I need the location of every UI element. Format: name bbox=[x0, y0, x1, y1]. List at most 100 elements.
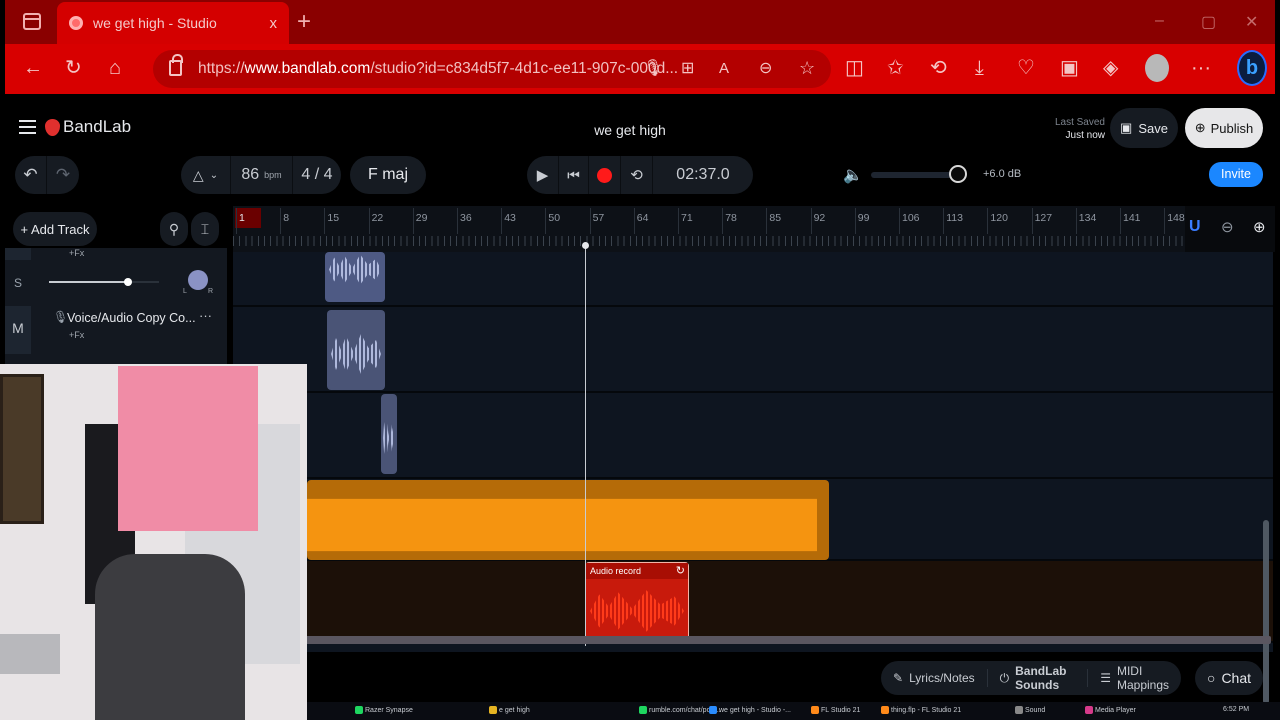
bar-number: 29 bbox=[415, 212, 428, 224]
tab-actions-icon[interactable] bbox=[23, 13, 41, 30]
loop-clip-icon[interactable]: ↻ bbox=[676, 564, 685, 577]
snap-magnet-icon[interactable]: U bbox=[1189, 218, 1201, 236]
chat-button[interactable]: ○ Chat bbox=[1195, 661, 1263, 695]
audio-clip[interactable] bbox=[381, 394, 397, 474]
chevron-down-icon[interactable]: ⌄ bbox=[210, 170, 218, 181]
bar-gridline bbox=[899, 208, 900, 234]
audio-record-clip[interactable]: Audio record ↻ bbox=[585, 562, 689, 642]
track-fx-button[interactable]: +Fx bbox=[69, 248, 84, 258]
favorites-icon[interactable]: ✩ bbox=[887, 56, 904, 80]
track-volume-slider[interactable] bbox=[49, 278, 159, 286]
address-bar[interactable]: https://www.bandlab.com/studio?id=c834d5… bbox=[153, 50, 831, 88]
bandlab-sounds-button[interactable]: ⏻ BandLab Sounds bbox=[988, 664, 1089, 692]
audio-clip[interactable] bbox=[325, 252, 385, 302]
tab-close-button[interactable]: x bbox=[270, 15, 278, 32]
time-signature-field[interactable]: 4 / 4 bbox=[293, 156, 341, 194]
history-icon[interactable]: ⟲ bbox=[930, 56, 947, 80]
home-icon[interactable]: ⌂ bbox=[109, 56, 121, 80]
taskbar-item[interactable]: we get high - Studio -... bbox=[709, 706, 791, 714]
key-selector[interactable]: F maj bbox=[350, 156, 426, 194]
new-tab-button[interactable]: + bbox=[297, 8, 311, 36]
midi-mappings-button[interactable]: ☰ MIDI Mappings bbox=[1088, 664, 1181, 692]
tab-title: we get high - Studio bbox=[93, 15, 217, 31]
record-button[interactable] bbox=[589, 156, 621, 194]
skip-to-start-button[interactable]: ⏮ bbox=[559, 156, 589, 194]
zoom-out-icon[interactable]: ⊖ bbox=[1221, 218, 1234, 236]
browser-essentials-icon[interactable]: ♡ bbox=[1017, 56, 1035, 80]
maximize-button[interactable]: ▢ bbox=[1201, 12, 1216, 32]
taskbar-item[interactable]: e get high bbox=[489, 706, 530, 714]
add-track-button[interactable]: + Add Track bbox=[13, 212, 97, 246]
save-button[interactable]: ▣ Save bbox=[1110, 108, 1178, 148]
record-icon bbox=[597, 167, 612, 183]
timeline-tools: U ⊖ ⊕ bbox=[1185, 206, 1275, 252]
speaker-icon[interactable]: 🔈 bbox=[843, 165, 863, 185]
ruler-ticks bbox=[233, 236, 1185, 246]
tempo-field[interactable]: 86 bpm bbox=[231, 156, 293, 194]
master-volume-knob[interactable] bbox=[949, 165, 967, 183]
metronome-button[interactable]: △ ⌄ bbox=[181, 156, 231, 194]
audio-clip[interactable] bbox=[327, 310, 385, 390]
bar-gridline bbox=[368, 208, 370, 234]
more-icon[interactable]: ··· bbox=[1191, 56, 1211, 80]
track-lane[interactable] bbox=[233, 307, 1273, 393]
lock-icon[interactable] bbox=[169, 54, 183, 76]
math-solver-icon[interactable]: ▣ bbox=[1060, 56, 1079, 80]
pan-knob[interactable] bbox=[188, 270, 208, 290]
zoom-out-icon[interactable]: ⊖ bbox=[759, 57, 772, 81]
bar-gridline bbox=[766, 208, 768, 234]
master-volume-slider[interactable] bbox=[871, 172, 955, 178]
minimize-button[interactable]: – bbox=[1155, 12, 1164, 30]
taskbar-item[interactable]: Media Player bbox=[1085, 706, 1136, 714]
track-name[interactable]: Voice/Audio Copy Co... bbox=[67, 311, 196, 325]
back-icon[interactable]: ← bbox=[23, 56, 43, 80]
invite-button[interactable]: Invite bbox=[1209, 162, 1263, 187]
taskbar-item[interactable]: thing.flp - FL Studio 21 bbox=[881, 706, 961, 714]
track-more-button[interactable]: ··· bbox=[199, 308, 212, 323]
play-button[interactable]: ▶ bbox=[527, 156, 559, 194]
undo-button[interactable]: ↶ bbox=[15, 156, 47, 194]
read-aloud-icon[interactable]: A bbox=[719, 57, 729, 81]
url-text[interactable]: https://www.bandlab.com/studio?id=c834d5… bbox=[198, 60, 678, 78]
track-lane[interactable] bbox=[233, 561, 1273, 643]
taskbar-item[interactable]: FL Studio 21 bbox=[811, 706, 860, 714]
bar-number: 71 bbox=[681, 212, 693, 224]
timeline-ruler[interactable]: 1 8 15 22 29 36 43 50 57 64 71 78 85 92 99 106 113 120 127… bbox=[233, 206, 1185, 252]
track-lane[interactable] bbox=[233, 252, 1273, 307]
fit-tracks-button[interactable]: ⌶ bbox=[191, 212, 219, 246]
midi-icon: ☰ bbox=[1100, 671, 1111, 685]
microphone-icon[interactable]: 🎙 bbox=[643, 57, 663, 81]
tuner-button[interactable]: ⚲ bbox=[160, 212, 188, 246]
split-screen-icon[interactable]: ◫ bbox=[845, 56, 864, 80]
track-fx-button[interactable]: +Fx bbox=[69, 330, 84, 340]
audio-clip-orange[interactable] bbox=[307, 480, 829, 560]
apps-icon[interactable]: ⊞ bbox=[681, 57, 694, 81]
zoom-in-icon[interactable]: ⊕ bbox=[1253, 218, 1266, 236]
bar-number: 141 bbox=[1123, 212, 1141, 224]
favorite-star-icon[interactable]: ☆ bbox=[799, 56, 815, 80]
track-volume-knob[interactable] bbox=[124, 278, 132, 286]
profile-avatar[interactable] bbox=[1145, 54, 1169, 82]
downloads-icon[interactable]: ⤓ bbox=[975, 56, 984, 80]
publish-button[interactable]: ⊕ Publish bbox=[1185, 108, 1263, 148]
bing-copilot-icon[interactable]: b bbox=[1237, 50, 1267, 86]
browser-tab[interactable]: we get high - Studio x bbox=[57, 2, 289, 44]
loop-button[interactable]: ⟲ bbox=[621, 156, 653, 194]
screenshot-icon[interactable]: ◈ bbox=[1103, 56, 1118, 80]
horizontal-scrollbar[interactable] bbox=[305, 636, 1271, 644]
refresh-icon[interactable]: ↻ bbox=[65, 56, 82, 80]
taskbar-item[interactable]: Sound bbox=[1015, 706, 1045, 714]
lyrics-notes-button[interactable]: ✎ Lyrics/Notes bbox=[881, 669, 988, 687]
vertical-scrollbar[interactable] bbox=[1263, 520, 1269, 704]
taskbar-item[interactable]: Razer Synapse bbox=[355, 706, 413, 714]
playhead[interactable] bbox=[582, 242, 589, 646]
taskbar-clock[interactable]: 6:52 PM bbox=[1223, 706, 1249, 713]
bar-number: 127 bbox=[1034, 212, 1053, 224]
mute-button[interactable]: M bbox=[5, 306, 31, 354]
window-close-button[interactable]: ✕ bbox=[1245, 12, 1258, 32]
redo-button[interactable]: ↷ bbox=[47, 156, 79, 194]
bar-number: 120 bbox=[990, 212, 1008, 224]
solo-button[interactable]: S bbox=[5, 262, 31, 304]
bar-gridline bbox=[943, 208, 945, 234]
tracks-area[interactable]: Audio record ↻ bbox=[233, 252, 1273, 652]
